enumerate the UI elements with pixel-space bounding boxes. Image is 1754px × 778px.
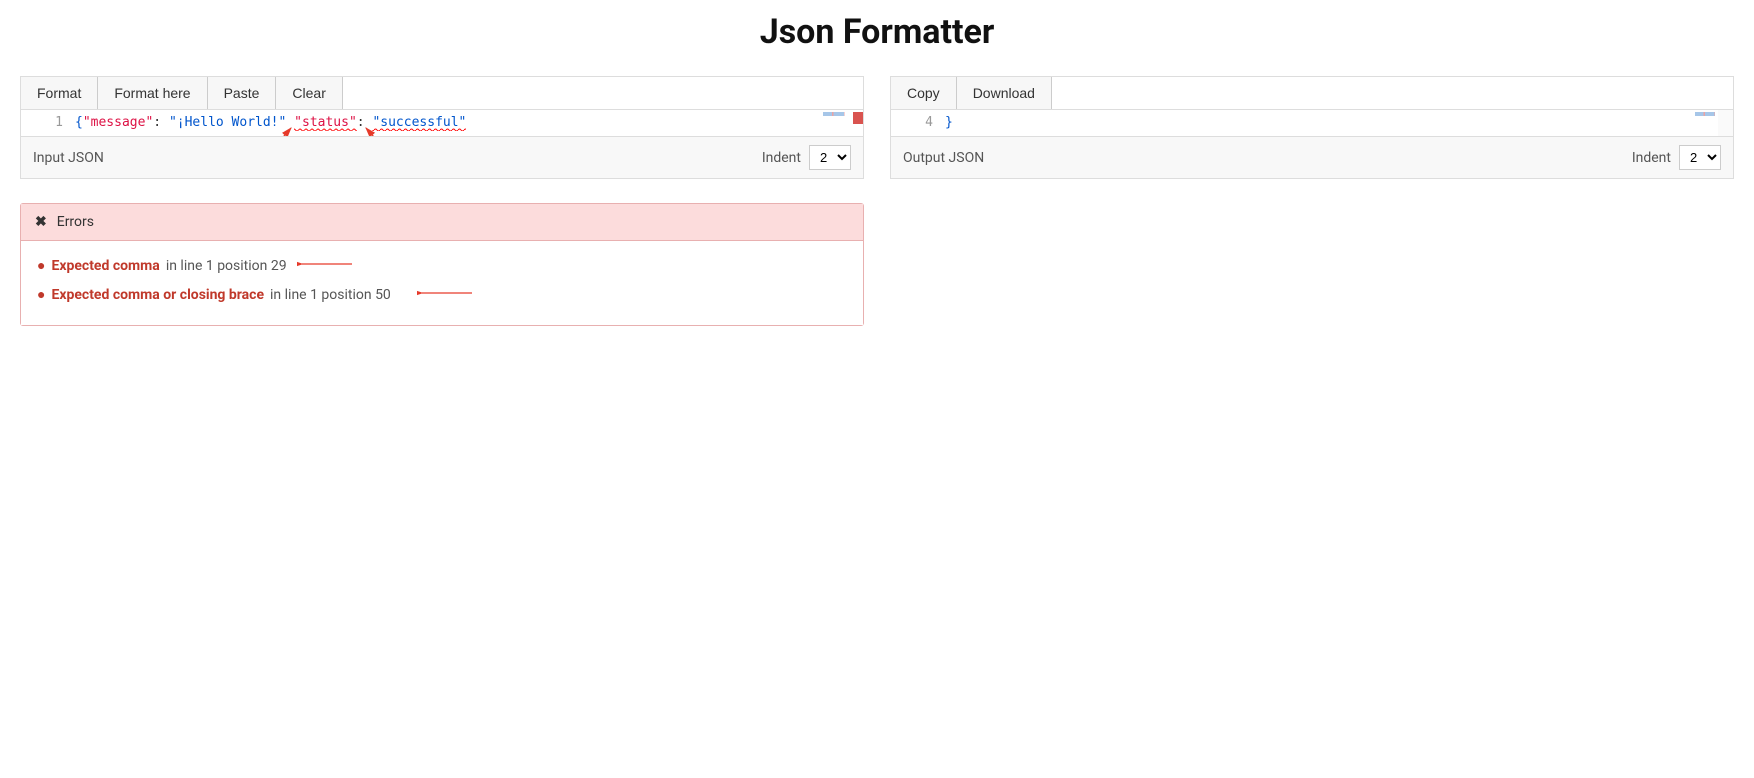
output-editor[interactable]: 4 }: [891, 110, 1733, 136]
panels-container: Format Format here Paste Clear 1 {"messa…: [0, 76, 1754, 179]
colon-token: :: [153, 115, 169, 130]
output-code[interactable]: }: [941, 110, 1733, 136]
indent-label: Indent: [1632, 150, 1671, 166]
input-toolbar: Format Format here Paste Clear: [21, 77, 863, 110]
output-label: Output JSON: [903, 150, 984, 166]
output-toolbar: Copy Download: [891, 77, 1733, 110]
space-token: [286, 115, 294, 130]
annotation-arrow: [297, 259, 357, 269]
scrollbar[interactable]: [1718, 110, 1733, 136]
errors-header: ✖ Errors: [21, 204, 863, 241]
input-editor[interactable]: 1 {"message": "¡Hello World!" "status": …: [21, 110, 863, 136]
minimap-overview: [823, 112, 853, 116]
indent-group: Indent 2: [762, 145, 851, 170]
error-message: Expected comma or closing brace: [51, 287, 264, 303]
clear-button[interactable]: Clear: [276, 77, 342, 109]
close-icon[interactable]: ✖: [35, 214, 47, 230]
input-indent-select[interactable]: 2: [809, 145, 851, 170]
input-footer: Input JSON Indent 2: [21, 136, 863, 178]
errors-body: ● Expected comma in line 1 position 29 ●…: [21, 241, 863, 325]
input-panel: Format Format here Paste Clear 1 {"messa…: [20, 76, 864, 179]
output-gutter: 4: [891, 110, 941, 136]
string-token: "¡Hello World!": [169, 115, 286, 130]
errors-panel: ✖ Errors ● Expected comma in line 1 posi…: [20, 203, 864, 326]
output-indent-select[interactable]: 2: [1679, 145, 1721, 170]
format-here-button[interactable]: Format here: [98, 77, 207, 109]
line-number: 4: [895, 114, 933, 132]
string-token-error: "successful": [372, 115, 466, 131]
errors-title: Errors: [57, 214, 94, 230]
input-code[interactable]: {"message": "¡Hello World!" "status": "s…: [71, 110, 863, 136]
key-token: "message": [83, 115, 153, 130]
key-token-error: "status": [294, 115, 357, 131]
page-title: Json Formatter: [0, 0, 1754, 76]
indent-label: Indent: [762, 150, 801, 166]
line-number: 1: [25, 114, 63, 132]
bullet-icon: ●: [37, 286, 45, 303]
close-brace-token: }: [945, 115, 953, 130]
bullet-icon: ●: [37, 257, 45, 274]
colon-token: :: [357, 115, 373, 130]
indent-group: Indent 2: [1632, 145, 1721, 170]
minimap-error-marker: [853, 112, 863, 124]
output-footer: Output JSON Indent 2: [891, 136, 1733, 178]
annotation-arrow: [417, 288, 477, 298]
format-button[interactable]: Format: [21, 77, 98, 109]
error-item[interactable]: ● Expected comma or closing brace in lin…: [37, 280, 847, 309]
input-label: Input JSON: [33, 150, 104, 166]
output-panel: Copy Download 4 } Output JSON Indent 2: [890, 76, 1734, 179]
error-location: in line 1 position 50: [270, 287, 391, 303]
input-gutter: 1: [21, 110, 71, 136]
error-message: Expected comma: [51, 258, 159, 274]
open-brace-token: {: [75, 115, 83, 130]
download-button[interactable]: Download: [957, 77, 1052, 109]
error-item[interactable]: ● Expected comma in line 1 position 29: [37, 251, 847, 280]
error-location: in line 1 position 29: [166, 258, 287, 274]
paste-button[interactable]: Paste: [208, 77, 277, 109]
copy-button[interactable]: Copy: [891, 77, 957, 109]
